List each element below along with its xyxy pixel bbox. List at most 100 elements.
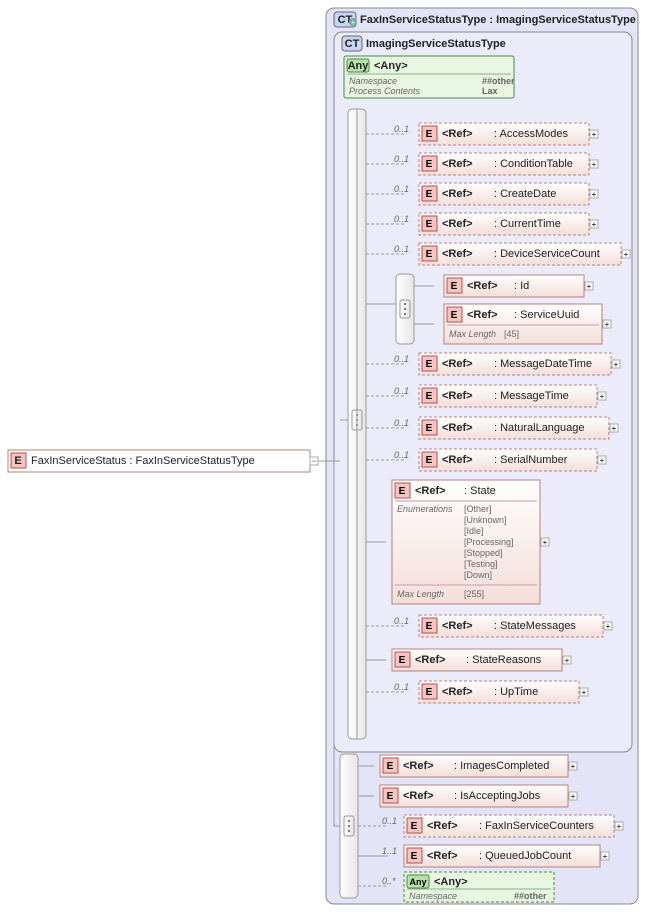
svg-text:+: + xyxy=(565,656,570,665)
svg-text:+: + xyxy=(624,250,629,259)
svg-text:: StateReasons: : StateReasons xyxy=(466,654,542,666)
root-label: FaxInServiceStatus : FaxInServiceStatusT… xyxy=(31,455,255,467)
svg-text:[Other]: [Other] xyxy=(464,504,492,514)
svg-text:−: − xyxy=(311,456,316,466)
svg-text:+: + xyxy=(617,822,622,831)
svg-text:E: E xyxy=(426,687,433,698)
svg-text:Enumerations: Enumerations xyxy=(397,504,453,514)
svg-text:E: E xyxy=(14,455,21,467)
svg-text:<Ref>: <Ref> xyxy=(442,454,473,466)
svg-text:Process Contents: Process Contents xyxy=(349,86,421,96)
root-element: E FaxInServiceStatus : FaxInServiceStatu… xyxy=(8,450,310,472)
svg-text:+: + xyxy=(592,130,597,139)
svg-text:: ImagesCompleted: : ImagesCompleted xyxy=(454,760,549,772)
svg-text:[255]: [255] xyxy=(464,589,484,599)
svg-text:0..1: 0..1 xyxy=(394,244,409,254)
ref-isacceptingjobs: E <Ref> : IsAcceptingJobs + xyxy=(358,785,577,807)
svg-text:[Testing]: [Testing] xyxy=(464,559,498,569)
svg-text:Namespace: Namespace xyxy=(349,76,397,86)
svg-text:[Unknown]: [Unknown] xyxy=(464,515,507,525)
svg-text:+: + xyxy=(587,282,592,291)
svg-text:<Ref>: <Ref> xyxy=(442,248,473,260)
svg-text:Any: Any xyxy=(348,60,370,72)
svg-text:0..1: 0..1 xyxy=(394,386,409,396)
svg-text:<Ref>: <Ref> xyxy=(442,422,473,434)
svg-text:<Ref>: <Ref> xyxy=(415,654,446,666)
svg-text:E: E xyxy=(426,129,433,140)
svg-text:: MessageDateTime: : MessageDateTime xyxy=(494,358,592,370)
svg-text:: CurrentTime: : CurrentTime xyxy=(494,218,561,230)
svg-text:0..1: 0..1 xyxy=(394,450,409,460)
svg-text:E: E xyxy=(411,851,418,862)
svg-text:Max Length: Max Length xyxy=(449,329,496,339)
svg-text:E: E xyxy=(426,159,433,170)
svg-text:E: E xyxy=(451,310,458,321)
svg-text:E: E xyxy=(387,761,394,772)
svg-text:[Stopped]: [Stopped] xyxy=(464,548,503,558)
svg-text:0..1: 0..1 xyxy=(394,214,409,224)
svg-text:E: E xyxy=(426,423,433,434)
svg-text:+: + xyxy=(600,456,605,465)
svg-text:+: + xyxy=(612,424,617,433)
svg-text:0..1: 0..1 xyxy=(394,616,409,626)
svg-text:: CreateDate: : CreateDate xyxy=(494,188,556,200)
svg-text:<Ref>: <Ref> xyxy=(442,620,473,632)
svg-text:<Ref>: <Ref> xyxy=(427,850,458,862)
svg-text:<Ref>: <Ref> xyxy=(415,485,446,497)
svg-text:+: + xyxy=(571,792,576,801)
svg-text:+: + xyxy=(543,538,548,547)
svg-text:E: E xyxy=(426,391,433,402)
svg-text:0..1: 0..1 xyxy=(394,682,409,692)
svg-text:: DeviceServiceCount: : DeviceServiceCount xyxy=(494,248,600,260)
svg-text:0..1: 0..1 xyxy=(394,184,409,194)
svg-text:+: + xyxy=(592,190,597,199)
svg-text:: IsAcceptingJobs: : IsAcceptingJobs xyxy=(454,790,541,802)
svg-text:<Ref>: <Ref> xyxy=(467,280,498,292)
svg-text:: NaturalLanguage: : NaturalLanguage xyxy=(494,422,585,434)
svg-text:+: + xyxy=(600,392,605,401)
svg-text:1..1: 1..1 xyxy=(382,846,397,856)
svg-text:<Ref>: <Ref> xyxy=(442,218,473,230)
svg-text:0..1: 0..1 xyxy=(394,154,409,164)
svg-text:<Ref>: <Ref> xyxy=(427,820,458,832)
ref-imagescompleted: E <Ref> : ImagesCompleted + xyxy=(358,755,577,777)
svg-text:: StateMessages: : StateMessages xyxy=(494,620,576,632)
svg-text:CT: CT xyxy=(345,38,360,50)
svg-text:: State: : State xyxy=(464,485,496,497)
svg-text:E: E xyxy=(426,249,433,260)
svg-text:<Any>: <Any> xyxy=(374,60,408,72)
svg-text:Any: Any xyxy=(409,877,426,887)
svg-text:+: + xyxy=(605,320,610,329)
svg-text:E: E xyxy=(426,455,433,466)
ref-state: E <Ref> : State Enumerations [Other] [Un… xyxy=(366,480,549,604)
svg-text:[Processing]: [Processing] xyxy=(464,537,514,547)
svg-text:Lax: Lax xyxy=(482,86,498,96)
svg-text:+: + xyxy=(592,220,597,229)
svg-text:<Ref>: <Ref> xyxy=(467,309,498,321)
svg-text:<Ref>: <Ref> xyxy=(442,128,473,140)
svg-text:[45]: [45] xyxy=(504,329,519,339)
svg-text:E: E xyxy=(411,821,418,832)
svg-text:: MessageTime: : MessageTime xyxy=(494,390,569,402)
svg-text:E: E xyxy=(426,189,433,200)
svg-text:: FaxInServiceCounters: : FaxInServiceCounters xyxy=(479,820,594,832)
svg-text:+: + xyxy=(582,688,587,697)
choice-id-uuid: E <Ref> : Id + E <Ref> : ServiceUuid Max… xyxy=(366,274,611,344)
svg-text:: QueuedJobCount: : QueuedJobCount xyxy=(479,850,571,862)
svg-text:<Ref>: <Ref> xyxy=(403,790,434,802)
svg-text:+: + xyxy=(606,622,611,631)
svg-text:E: E xyxy=(399,655,406,666)
svg-text:E: E xyxy=(426,359,433,370)
svg-text:E: E xyxy=(426,219,433,230)
svg-text:+: + xyxy=(614,360,619,369)
svg-text:<Ref>: <Ref> xyxy=(442,358,473,370)
svg-text:+: + xyxy=(351,18,356,27)
svg-text:0..*: 0..* xyxy=(382,876,396,886)
svg-text:+: + xyxy=(592,160,597,169)
svg-text:##other: ##other xyxy=(514,891,547,901)
svg-text:0..1: 0..1 xyxy=(382,816,397,826)
ct-inner-label: ImagingServiceStatusType xyxy=(366,38,506,50)
ct-outer-label: FaxInServiceStatusType : ImagingServiceS… xyxy=(360,14,636,26)
svg-text:0..1: 0..1 xyxy=(394,354,409,364)
svg-text:: Id: : Id xyxy=(514,280,529,292)
